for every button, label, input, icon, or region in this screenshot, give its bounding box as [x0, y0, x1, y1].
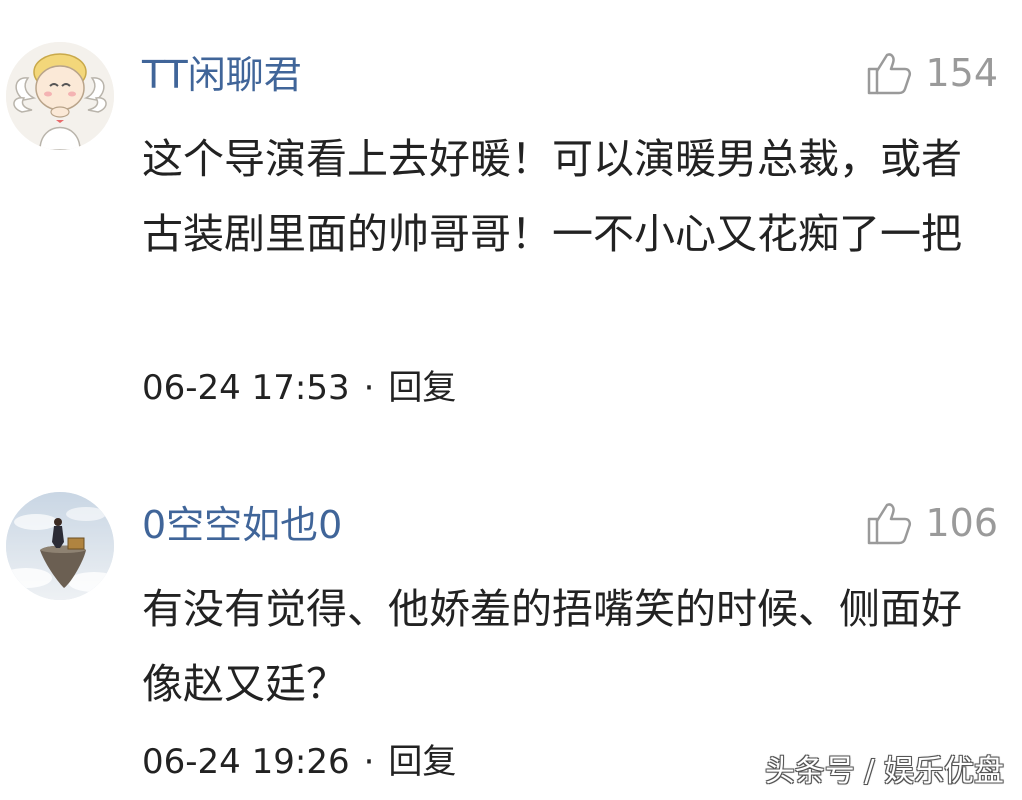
- like-button[interactable]: 106: [865, 498, 998, 548]
- comment-meta: 06-24 19:26 · 回复: [142, 740, 456, 784]
- like-button[interactable]: 154: [865, 48, 998, 98]
- reply-button[interactable]: 回复: [388, 742, 456, 782]
- comment-username[interactable]: TT闲聊君: [142, 52, 302, 98]
- comment-timestamp: 06-24 19:26: [142, 742, 350, 782]
- like-count: 106: [925, 501, 998, 545]
- avatar-image: [6, 492, 114, 600]
- comment-text: 这个导演看上去好暖！可以演暖男总裁，或者古装剧里面的帅哥哥！一不小心又花痴了一把: [142, 135, 962, 258]
- avatar-image: [6, 42, 114, 150]
- angel-avatar-icon[interactable]: [6, 42, 114, 150]
- reply-button[interactable]: 回复: [388, 368, 456, 408]
- meta-separator: ·: [363, 368, 375, 408]
- source-watermark: 头条号 / 娱乐优盘: [764, 754, 1004, 789]
- meta-separator: ·: [363, 742, 375, 782]
- floating-island-avatar-icon[interactable]: [6, 492, 114, 600]
- comment-timestamp: 06-24 17:53: [142, 368, 350, 408]
- comment-text: 有没有觉得、他娇羞的捂嘴笑的时候、侧面好像赵又廷？: [142, 585, 962, 708]
- comment-item: 0空空如也0 106 有没有觉得、他娇羞的捂嘴笑的时候、侧面好像赵又廷？ 06-…: [0, 450, 1022, 800]
- comment-meta: 06-24 17:53 · 回复: [142, 366, 456, 410]
- like-count: 154: [925, 51, 998, 95]
- comment-username[interactable]: 0空空如也0: [142, 502, 342, 548]
- thumbs-up-icon: [868, 503, 912, 545]
- thumbs-up-icon: [868, 53, 912, 95]
- comment-item: TT闲聊君 154 这个导演看上去好暖！可以演暖男总裁，或者古装剧里面的帅哥哥！…: [0, 0, 1022, 450]
